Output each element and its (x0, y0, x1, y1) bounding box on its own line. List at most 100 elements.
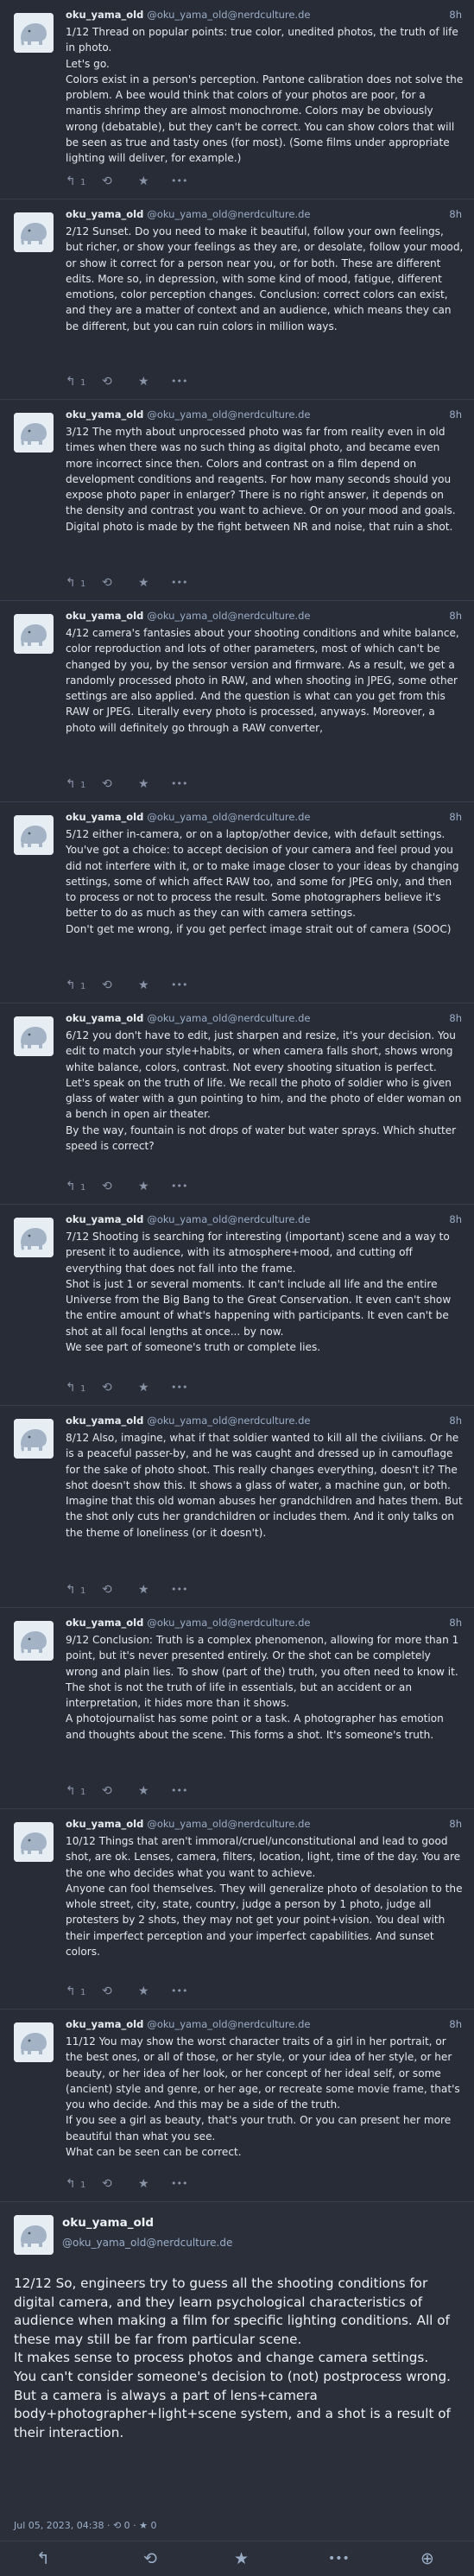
avatar[interactable] (14, 1822, 54, 1862)
relative-time[interactable]: 8h (449, 811, 462, 823)
reply-icon[interactable]: ↰ (66, 373, 76, 390)
boost-icon[interactable]: ⟲ (143, 2549, 157, 2568)
star-icon[interactable]: ★ (138, 1782, 149, 1800)
avatar[interactable] (14, 2215, 54, 2255)
display-name[interactable]: oku_yama_old (66, 1012, 143, 1024)
avatar[interactable] (14, 212, 54, 252)
boost-icon[interactable]: ⟲ (102, 1782, 112, 1800)
relative-time[interactable]: 8h (449, 1012, 462, 1024)
reply-icon[interactable]: ↰ (66, 1581, 76, 1598)
account-handle[interactable]: @oku_yama_old@nerdculture.de (147, 811, 310, 823)
reply-icon[interactable]: ↰ (66, 977, 76, 994)
boost-count[interactable]: 0 (124, 2520, 130, 2531)
account-handle[interactable]: @oku_yama_old@nerdculture.de (147, 1415, 310, 1427)
account-handle[interactable]: @oku_yama_old@nerdculture.de (147, 408, 310, 421)
avatar[interactable] (14, 1218, 54, 1257)
status-card[interactable]: oku_yama_old @oku_yama_old@nerdculture.de… (0, 2010, 474, 2202)
display-name[interactable]: oku_yama_old (66, 1415, 143, 1427)
account-handle[interactable]: @oku_yama_old@nerdculture.de (147, 2018, 310, 2030)
star-icon[interactable]: ★ (138, 2175, 149, 2193)
display-name[interactable]: oku_yama_old (66, 1213, 143, 1225)
status-card[interactable]: oku_yama_old @oku_yama_old@nerdculture.de… (0, 400, 474, 601)
reply-icon[interactable]: ↰ (66, 173, 76, 190)
boost-icon[interactable]: ⟲ (102, 2175, 112, 2193)
relative-time[interactable]: 8h (449, 1818, 462, 1830)
boost-icon[interactable]: ⟲ (102, 775, 112, 793)
avatar[interactable] (14, 1621, 54, 1661)
reply-icon[interactable]: ↰ (36, 2549, 50, 2568)
relative-time[interactable]: 8h (449, 1617, 462, 1629)
status-card[interactable]: oku_yama_old @oku_yama_old@nerdculture.de… (0, 199, 474, 400)
avatar[interactable] (14, 1016, 54, 1056)
boost-icon[interactable]: ⟲ (102, 1178, 112, 1195)
boost-icon[interactable]: ⟲ (102, 977, 112, 994)
reply-icon[interactable]: ↰ (66, 574, 76, 592)
display-name[interactable]: oku_yama_old (66, 1818, 143, 1830)
account-handle[interactable]: @oku_yama_old@nerdculture.de (147, 1012, 310, 1024)
more-icon[interactable]: ••• (171, 574, 187, 592)
avatar[interactable] (14, 815, 54, 855)
more-icon[interactable]: ••• (328, 2549, 350, 2568)
avatar[interactable] (14, 2022, 54, 2062)
star-icon[interactable]: ★ (138, 1983, 149, 2000)
boost-icon[interactable]: ⟲ (102, 1379, 112, 1396)
more-icon[interactable]: ••• (171, 1581, 187, 1598)
star-icon[interactable]: ★ (138, 775, 149, 793)
status-card[interactable]: oku_yama_old @oku_yama_old@nerdculture.de… (0, 1809, 474, 2010)
status-card[interactable]: oku_yama_old @oku_yama_old@nerdculture.de… (0, 802, 474, 1003)
more-icon[interactable]: ••• (171, 977, 187, 994)
more-icon[interactable]: ••• (171, 2175, 187, 2193)
reply-icon[interactable]: ↰ (66, 1178, 76, 1195)
account-handle[interactable]: @oku_yama_old@nerdculture.de (147, 1213, 310, 1225)
status-card[interactable]: oku_yama_old @oku_yama_old@nerdculture.de… (0, 1406, 474, 1608)
boost-icon[interactable]: ⟲ (102, 373, 112, 390)
relative-time[interactable]: 8h (449, 2018, 462, 2030)
relative-time[interactable]: 8h (449, 610, 462, 622)
status-card[interactable]: oku_yama_old @oku_yama_old@nerdculture.de… (0, 601, 474, 802)
reply-icon[interactable]: ↰ (66, 2175, 76, 2193)
avatar[interactable] (14, 1419, 54, 1459)
boost-icon[interactable]: ⟲ (102, 173, 112, 190)
more-icon[interactable]: ••• (171, 775, 187, 793)
star-icon[interactable]: ★ (138, 1379, 149, 1396)
avatar[interactable] (14, 413, 54, 453)
display-name[interactable]: oku_yama_old (66, 811, 143, 823)
status-card[interactable]: oku_yama_old @oku_yama_old@nerdculture.de… (0, 1608, 474, 1809)
display-name[interactable]: oku_yama_old (66, 408, 143, 421)
display-name[interactable]: oku_yama_old (66, 1617, 143, 1629)
boost-icon[interactable]: ⟲ (102, 1581, 112, 1598)
star-icon[interactable]: ★ (138, 373, 149, 390)
more-icon[interactable]: ••• (171, 373, 187, 390)
display-name[interactable]: oku_yama_old (66, 208, 143, 220)
account-handle[interactable]: @oku_yama_old@nerdculture.de (62, 2237, 232, 2249)
reply-icon[interactable]: ↰ (66, 1379, 76, 1396)
status-date[interactable]: Jul 05, 2023, 04:38 (14, 2520, 104, 2531)
display-name[interactable]: oku_yama_old (66, 610, 143, 622)
more-icon[interactable]: ••• (171, 1178, 187, 1195)
avatar[interactable] (14, 13, 54, 53)
more-icon[interactable]: ••• (171, 173, 187, 190)
display-name[interactable]: oku_yama_old (66, 2018, 143, 2030)
display-name[interactable]: oku_yama_old (66, 9, 143, 21)
star-icon[interactable]: ★ (138, 1178, 149, 1195)
status-card[interactable]: oku_yama_old @oku_yama_old@nerdculture.de… (0, 1205, 474, 1406)
relative-time[interactable]: 8h (449, 1213, 462, 1225)
status-card[interactable]: oku_yama_old @oku_yama_old@nerdculture.de… (0, 1003, 474, 1205)
star-icon[interactable]: ★ (138, 574, 149, 592)
reply-icon[interactable]: ↰ (66, 775, 76, 793)
more-icon[interactable]: ••• (171, 1983, 187, 2000)
star-icon[interactable]: ★ (138, 173, 149, 190)
relative-time[interactable]: 8h (449, 9, 462, 21)
star-icon[interactable]: ★ (138, 1581, 149, 1598)
more-icon[interactable]: ••• (171, 1379, 187, 1396)
account-handle[interactable]: @oku_yama_old@nerdculture.de (147, 1818, 310, 1830)
account-handle[interactable]: @oku_yama_old@nerdculture.de (147, 610, 310, 622)
globe-icon[interactable]: ⊕ (420, 2549, 434, 2568)
account-handle[interactable]: @oku_yama_old@nerdculture.de (147, 1617, 310, 1629)
relative-time[interactable]: 8h (449, 408, 462, 421)
display-name[interactable]: oku_yama_old (62, 2216, 154, 2230)
avatar[interactable] (14, 614, 54, 654)
boost-icon[interactable]: ⟲ (102, 1983, 112, 2000)
account-handle[interactable]: @oku_yama_old@nerdculture.de (147, 9, 310, 21)
boost-icon[interactable]: ⟲ (102, 574, 112, 592)
